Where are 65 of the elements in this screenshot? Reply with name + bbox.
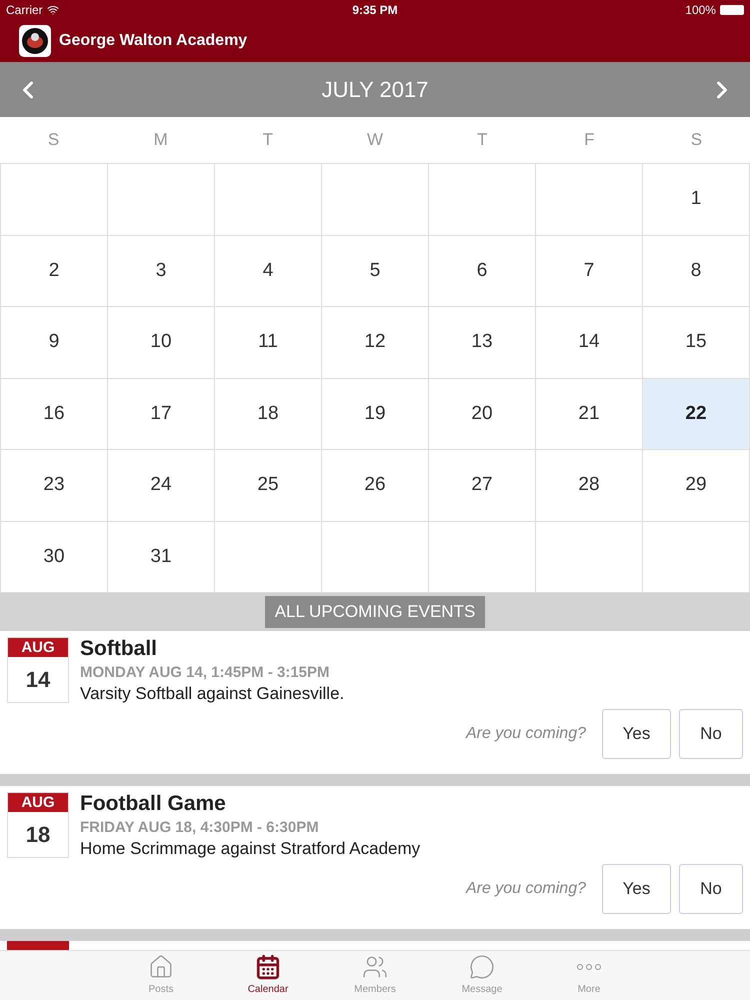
rsvp-prompt: Are you coming?: [466, 879, 586, 899]
rsvp-button[interactable]: No: [679, 709, 743, 759]
day-cell[interactable]: 14: [536, 307, 643, 378]
date-badge: [7, 941, 69, 951]
school-logo: [19, 25, 51, 57]
day-cell[interactable]: 23: [1, 450, 108, 522]
day-cell[interactable]: 28: [536, 450, 643, 522]
day-cell[interactable]: 24: [108, 450, 215, 522]
weekday-label: S: [690, 129, 704, 152]
weekday-label: S: [46, 129, 60, 152]
battery-icon: [720, 5, 744, 15]
day-cell[interactable]: 5: [322, 236, 429, 307]
rsvp-prompt: Are you coming?: [466, 724, 586, 744]
event-title: Football Game: [80, 792, 227, 816]
rsvp-button[interactable]: Yes: [602, 864, 671, 914]
rsvp-button[interactable]: Yes: [602, 709, 671, 759]
day-cell[interactable]: 17: [108, 378, 215, 450]
day-cell[interactable]: 2: [1, 236, 108, 307]
day-cell[interactable]: 10: [108, 307, 215, 378]
clock: 9:35 PM: [352, 2, 398, 19]
day-cell[interactable]: 1: [643, 164, 750, 236]
day-cell[interactable]: 4: [215, 236, 322, 307]
home-icon: [148, 954, 174, 980]
events-header: ALL UPCOMING EVENTS: [264, 596, 486, 628]
speech-bubble-icon: [469, 954, 495, 980]
day-cell[interactable]: 22: [643, 378, 750, 450]
weekday-label: T: [262, 129, 274, 152]
weekday-label: M: [152, 129, 169, 152]
weekday-label: W: [366, 129, 384, 152]
day-cell[interactable]: 12: [322, 307, 429, 378]
weekday-label: T: [476, 129, 488, 152]
day-cell[interactable]: 29: [643, 450, 750, 522]
month-title: JULY 2017: [322, 76, 428, 104]
event-description: Varsity Softball against Gainesville.: [80, 683, 344, 705]
badge-day: 18: [8, 812, 68, 857]
day-cell[interactable]: 8: [643, 236, 750, 307]
day-cell[interactable]: 27: [429, 450, 536, 522]
tab-item[interactable]: Calendar: [214, 951, 322, 1000]
day-cell[interactable]: 26: [322, 450, 429, 522]
day-cell[interactable]: 11: [215, 307, 322, 378]
event-title: Softball: [80, 637, 158, 661]
day-cell[interactable]: 3: [108, 236, 215, 307]
calendar-icon: [255, 954, 281, 980]
badge-month: AUG: [8, 638, 68, 657]
carrier-label: Carrier: [6, 2, 43, 19]
more-icon: [577, 964, 601, 970]
school-name: George Walton Academy: [59, 31, 248, 51]
battery-percent: 100%: [685, 2, 716, 19]
weekday-label: F: [583, 129, 596, 152]
event-time: MONDAY AUG 14, 1:45PM - 3:15PM: [80, 663, 331, 683]
badge-day: 14: [8, 657, 68, 702]
badge-month: AUG: [8, 793, 68, 812]
day-cell[interactable]: 6: [429, 236, 536, 307]
day-cell[interactable]: 7: [536, 236, 643, 307]
event-description: Home Scrimmage against Stratford Academy: [80, 838, 420, 860]
rsvp-button[interactable]: No: [679, 864, 743, 914]
day-cell[interactable]: 19: [322, 378, 429, 450]
event-time: FRIDAY AUG 18, 4:30PM - 6:30PM: [80, 818, 320, 838]
day-cell[interactable]: 18: [215, 378, 322, 450]
day-cell[interactable]: 9: [1, 307, 108, 378]
day-cell[interactable]: 20: [429, 378, 536, 450]
day-cell[interactable]: 13: [429, 307, 536, 378]
people-icon: [362, 954, 388, 980]
day-cell[interactable]: 16: [1, 378, 108, 450]
day-cell[interactable]: 25: [215, 450, 322, 522]
